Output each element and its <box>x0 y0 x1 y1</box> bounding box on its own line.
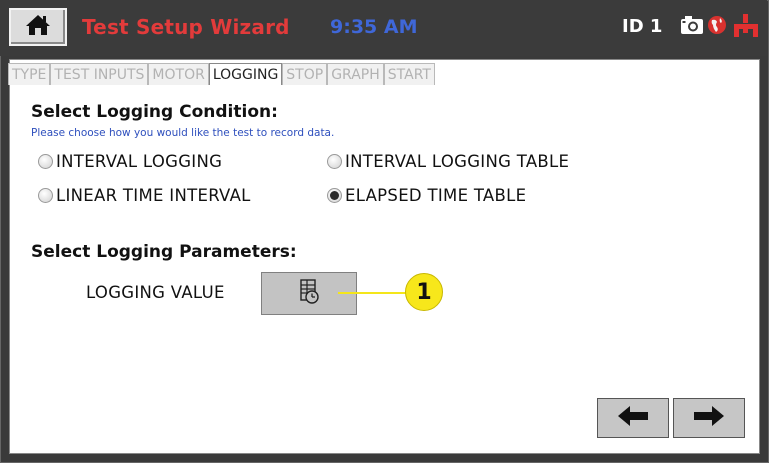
radio-button-icon <box>38 188 53 203</box>
tab-logging[interactable]: LOGGING <box>208 63 283 85</box>
radio-linear-time-interval[interactable]: LINEAR TIME INTERVAL <box>38 186 251 205</box>
radio-label: INTERVAL LOGGING TABLE <box>345 152 570 171</box>
radio-interval-logging[interactable]: INTERVAL LOGGING <box>38 152 222 171</box>
tab-start[interactable]: START <box>383 63 435 85</box>
radio-label: LINEAR TIME INTERVAL <box>56 186 251 205</box>
logging-condition-hint: Please choose how you would like the tes… <box>31 127 335 139</box>
tab-test-inputs[interactable]: TEST INPUTS <box>50 63 149 85</box>
radio-button-icon <box>327 154 342 169</box>
wizard-tabs: TYPE TEST INPUTS MOTOR LOGGING STOP GRAP… <box>8 63 435 85</box>
tab-stop[interactable]: STOP <box>282 63 328 85</box>
back-button[interactable] <box>597 398 669 438</box>
arrow-left-icon <box>616 405 650 431</box>
logging-parameters-heading: Select Logging Parameters: <box>31 242 297 262</box>
tab-graph[interactable]: GRAPH <box>327 63 384 85</box>
clock-time: 9:35 AM <box>330 16 418 38</box>
radio-button-icon <box>38 154 53 169</box>
radio-interval-logging-table[interactable]: INTERVAL LOGGING TABLE <box>327 152 569 171</box>
radio-button-selected-icon <box>327 188 342 203</box>
station-id: ID 1 <box>622 16 663 37</box>
logging-condition-heading: Select Logging Condition: <box>31 102 278 122</box>
table-clock-icon <box>295 278 323 310</box>
tab-type[interactable]: TYPE <box>8 63 51 85</box>
tab-motor[interactable]: MOTOR <box>148 63 209 85</box>
page-title: Test Setup Wizard <box>82 15 290 39</box>
home-button[interactable] <box>9 8 67 46</box>
camera-icon[interactable] <box>680 15 704 39</box>
callout-marker: 1 <box>405 273 443 311</box>
arrow-right-icon <box>692 405 726 431</box>
globe-icon[interactable] <box>707 15 727 39</box>
radio-label: ELAPSED TIME TABLE <box>345 186 527 205</box>
callout-connector <box>338 292 408 294</box>
header-bar: Test Setup Wizard 9:35 AM ID 1 <box>0 0 767 56</box>
network-icon[interactable] <box>732 13 760 43</box>
radio-elapsed-time-table[interactable]: ELAPSED TIME TABLE <box>327 186 526 205</box>
logging-value-label: LOGGING VALUE <box>86 283 225 302</box>
home-icon <box>25 13 51 41</box>
radio-label: INTERVAL LOGGING <box>56 152 223 171</box>
next-button[interactable] <box>673 398 745 438</box>
